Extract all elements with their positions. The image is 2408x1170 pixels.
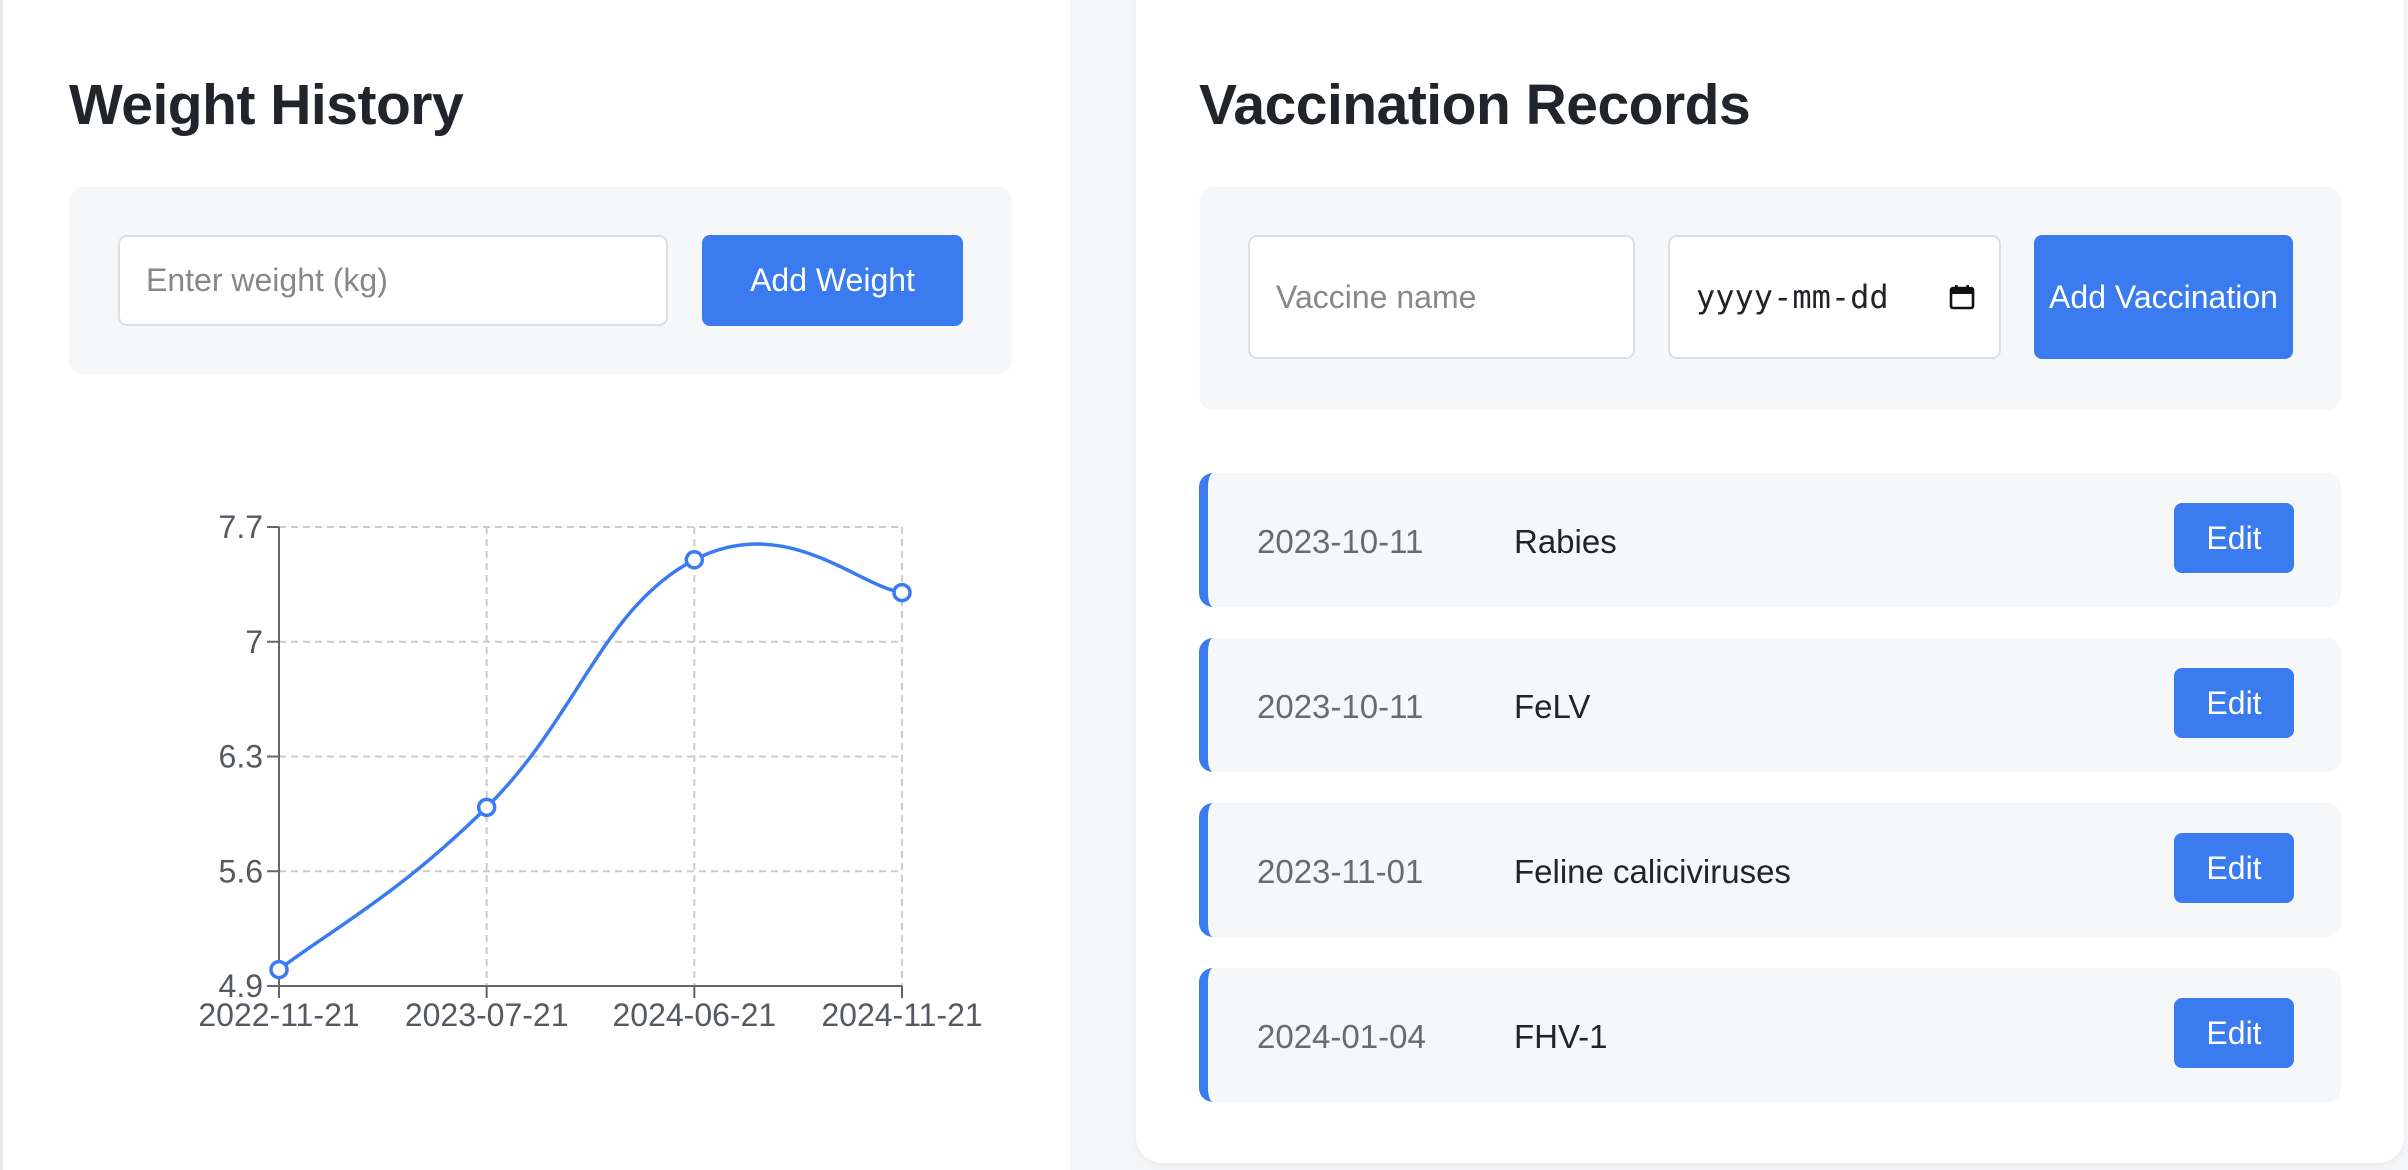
record-date: 2023-10-11 [1257,523,1424,560]
vaccine-name-input[interactable]: Vaccine name [1248,235,1635,359]
edit-button[interactable]: Edit [2174,503,2294,573]
x-tick-label: 2024-11-21 [821,997,982,1033]
weight-chart: 4.95.66.377.72022-11-21 2023-07-21 2024-06… [198,509,982,1033]
y-tick-label: 5.6 [219,853,263,889]
add-vaccination-button[interactable]: Add Vaccination [2034,235,2293,359]
record-vaccine-name: FeLV [1514,688,1591,725]
record-vaccine-name: Feline caliciviruses [1514,853,1791,890]
vaccination-records-title: Vaccination Records [1199,73,1751,137]
weight-data-point [892,582,912,603]
weight-data-point [684,550,705,570]
y-tick-label: 7 [245,624,263,660]
edit-button[interactable]: Edit [2174,998,2294,1068]
edit-button[interactable]: Edit [2174,668,2294,738]
record-vaccine-name: FHV-1 [1514,1018,1608,1055]
record-date: 2023-11-01 [1257,853,1424,890]
weight-history-card: Weight History Enter weight (kg) Add Wei… [0,0,1070,1170]
record-vaccine-name: Rabies [1514,523,1617,560]
vaccination-record: 2023-10-11 FeLV Edit [1199,638,2341,772]
record-date: 2024-01-04 [1257,1018,1426,1055]
x-tick-label: 2023-07-21 [405,997,569,1033]
weight-data-point [269,959,289,980]
vaccination-form: Vaccine name yyyy-mm-dd Add Vaccination [1199,187,2341,410]
edit-button[interactable]: Edit [2174,833,2294,903]
vaccine-date-input[interactable]: yyyy-mm-dd [1668,235,2001,359]
vaccination-records-card: Vaccination Records Vaccine name yyyy-mm… [1136,0,2404,1163]
date-placeholder: yyyy-mm-dd [1696,278,1889,316]
y-tick-label: 7.7 [219,509,263,545]
y-tick-label: 6.3 [219,739,263,775]
vaccination-record: 2024-01-04 FHV-1 Edit [1199,968,2341,1102]
weight-data-point [476,797,497,818]
record-date: 2023-10-11 [1257,688,1424,725]
x-tick-label: 2022-11-21 [198,997,359,1033]
vaccination-record: 2023-10-11 Rabies Edit [1199,473,2341,607]
vaccination-record: 2023-11-01 Feline caliciviruses Edit [1199,803,2341,937]
x-tick-label: 2024-06-21 [612,997,776,1033]
calendar-icon[interactable] [1949,284,1975,310]
